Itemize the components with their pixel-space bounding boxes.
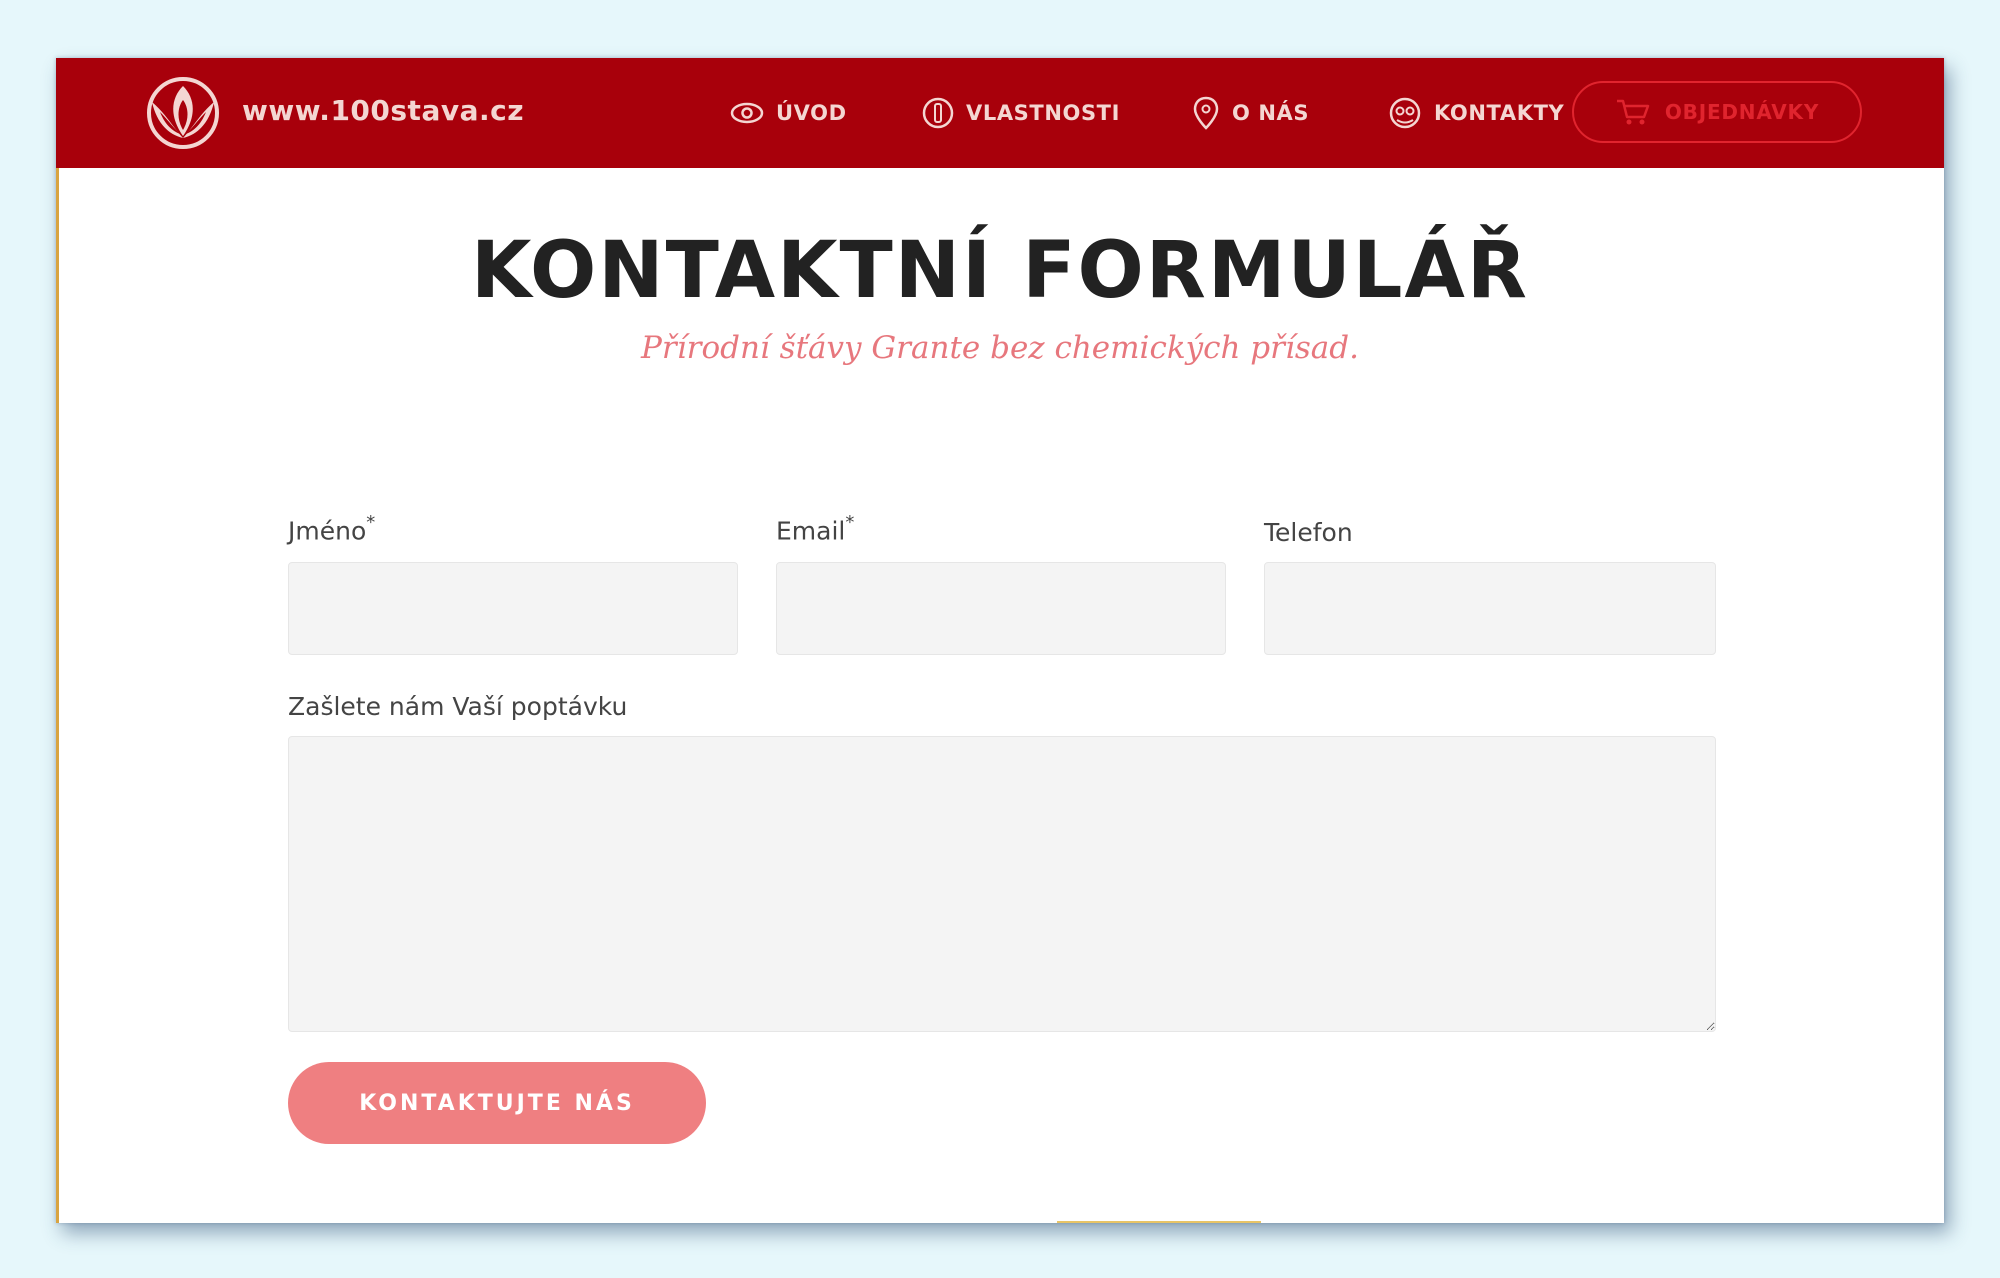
phone-label: Telefon [1264,518,1353,547]
email-label: Email* [776,512,855,546]
nav-label: VLASTNOSTI [966,101,1121,125]
name-label-text: Jméno [288,516,367,546]
eye-icon [730,102,764,124]
required-mark: * [366,512,376,533]
contact-us-button[interactable]: KONTAKTUJTE NÁS [288,1062,706,1144]
orders-label: OBJEDNÁVKY [1664,100,1820,124]
email-field[interactable] [776,562,1226,655]
bottle-icon [922,97,954,129]
email-label-text: Email [776,516,846,546]
name-field[interactable] [288,562,738,655]
name-label: Jméno* [288,512,376,546]
nav-item-vlastnosti[interactable]: VLASTNOSTI [922,90,1120,136]
nav-item-kontakty[interactable]: KONTAKTY [1388,90,1564,136]
top-navigation: www.100stava.cz ÚVOD VLASTNOSTI O NÁS KO… [56,58,1944,168]
message-label-text: Zašlete nám Vaší poptávku [288,692,628,721]
orders-button[interactable]: OBJEDNÁVKY [1572,81,1862,143]
site-name[interactable]: www.100stava.cz [242,94,524,127]
nav-label: ÚVOD [776,101,847,125]
required-mark: * [845,512,855,533]
contact-icon [1389,97,1421,129]
phone-label-text: Telefon [1264,518,1353,547]
browser-viewport: www.100stava.cz ÚVOD VLASTNOSTI O NÁS KO… [56,58,1944,1223]
message-label: Zašlete nám Vaší poptávku [288,692,627,721]
nav-label: KONTAKTY [1434,101,1565,125]
phone-field[interactable] [1264,562,1716,655]
message-textarea[interactable] [288,736,1716,1032]
cart-icon [1616,99,1650,125]
page-subtitle: Přírodní šťávy Grante bez chemických pří… [641,330,1359,366]
page-title: KONTAKTNÍ FORMULÁŘ [471,226,1529,316]
nav-item-o-nas[interactable]: O NÁS [1192,90,1309,136]
bottom-accent-bar [1057,1221,1261,1223]
location-pin-icon [1193,96,1219,130]
nav-label: O NÁS [1232,101,1310,125]
left-border-accent [56,168,59,1223]
nav-item-uvod[interactable]: ÚVOD [730,90,847,136]
lotus-logo-icon[interactable] [138,76,228,150]
